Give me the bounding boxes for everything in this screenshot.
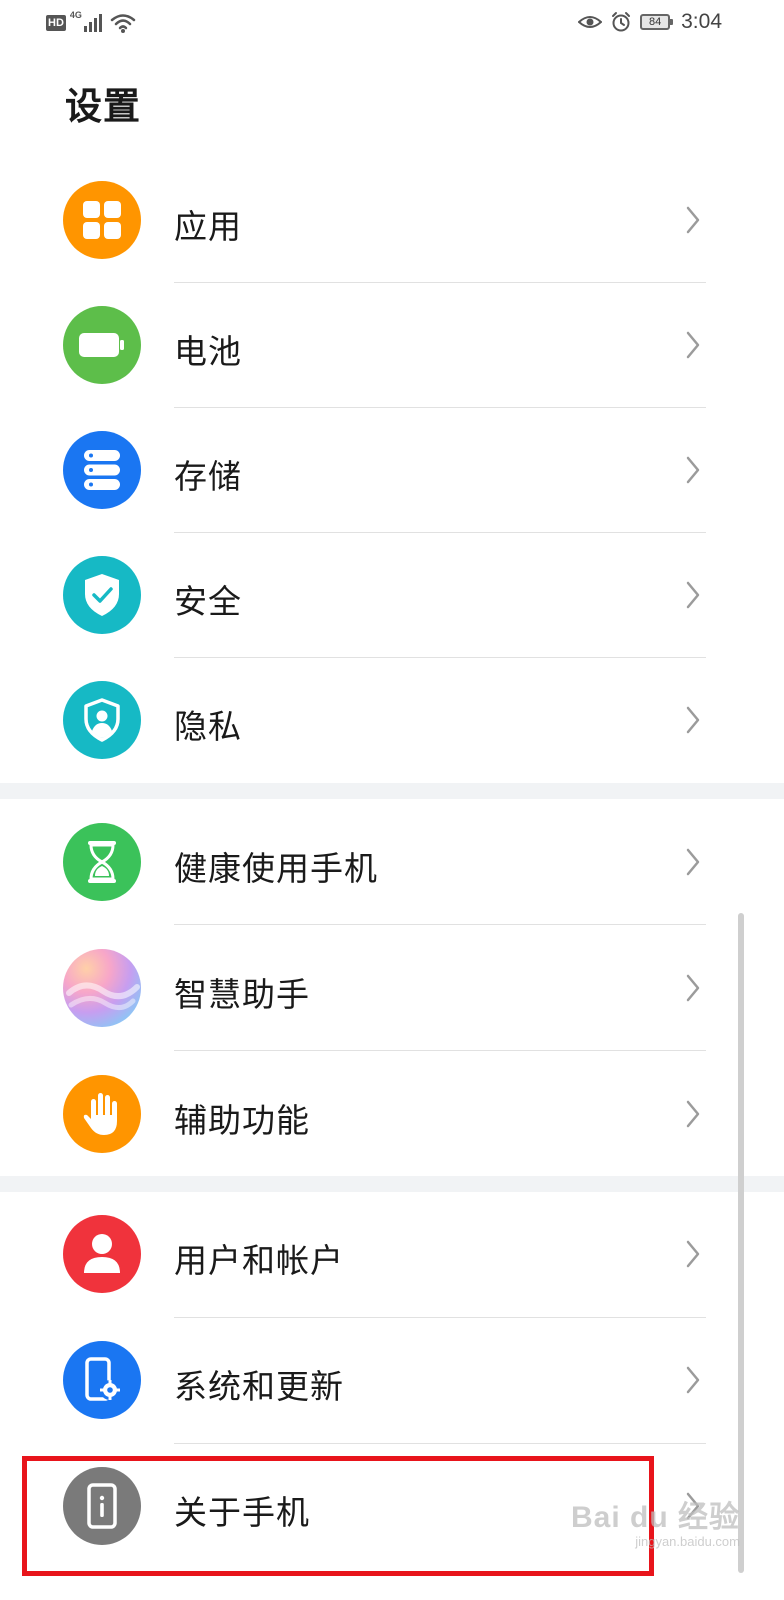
chevron-right-icon <box>686 1100 700 1128</box>
status-bar-left: HD 4G <box>46 10 136 34</box>
storage-icon <box>63 431 141 509</box>
battery-icon <box>63 306 141 384</box>
settings-item-battery[interactable]: 电池 <box>0 283 784 408</box>
page-title: 设置 <box>65 85 141 128</box>
group-separator <box>0 1176 784 1192</box>
phone-settings-icon <box>63 1341 141 1419</box>
settings-item-label: 隐私 <box>174 707 242 746</box>
settings-item-label: 健康使用手机 <box>174 849 378 888</box>
chevron-right-icon <box>686 456 700 484</box>
chevron-right-icon <box>686 1240 700 1268</box>
privacy-icon <box>63 681 141 759</box>
settings-item-accessibility[interactable]: 辅助功能 <box>0 1051 784 1176</box>
settings-item-label: 智慧助手 <box>174 975 310 1014</box>
hand-icon <box>63 1075 141 1153</box>
settings-item-label: 安全 <box>174 582 242 621</box>
chevron-right-icon <box>686 706 700 734</box>
settings-item-label: 应用 <box>174 207 242 246</box>
settings-screen: HD 4G 84 3:04 设置 应用 电池 存储 安全 隐私 健康使用手机 智… <box>0 0 784 1600</box>
alarm-icon <box>612 12 631 32</box>
settings-item-apps[interactable]: 应用 <box>0 158 784 283</box>
watermark-url: jingyan.baidu.com <box>635 1534 740 1549</box>
settings-item-security[interactable]: 安全 <box>0 533 784 658</box>
settings-item-privacy[interactable]: 隐私 <box>0 658 784 783</box>
chevron-right-icon <box>686 206 700 234</box>
signal-icon: 4G <box>69 10 106 34</box>
hd-badge: HD <box>46 15 66 31</box>
hourglass-icon <box>63 823 141 901</box>
group-separator <box>0 783 784 799</box>
battery-status-icon: 84 <box>640 14 674 30</box>
settings-item-digital-balance[interactable]: 健康使用手机 <box>0 799 784 925</box>
chevron-right-icon <box>686 1366 700 1394</box>
settings-item-label: 系统和更新 <box>174 1367 344 1406</box>
scrollbar[interactable] <box>738 913 744 1573</box>
network-type-label: 4G <box>69 10 82 20</box>
apps-icon <box>63 181 141 259</box>
watermark-logo: Bai du 经验 <box>570 1501 740 1534</box>
watermark: Bai du 经验 jingyan.baidu.com <box>571 1492 740 1549</box>
chevron-right-icon <box>686 974 700 1002</box>
settings-item-system-updates[interactable]: 系统和更新 <box>0 1318 784 1444</box>
user-icon <box>63 1215 141 1293</box>
status-bar: HD 4G 84 3:04 <box>0 0 784 48</box>
settings-item-storage[interactable]: 存储 <box>0 408 784 533</box>
settings-item-label: 辅助功能 <box>174 1101 310 1140</box>
status-bar-right: 84 3:04 <box>578 10 722 34</box>
assistant-icon <box>63 949 141 1027</box>
wifi-icon <box>110 14 136 33</box>
settings-item-label: 用户和帐户 <box>174 1241 344 1280</box>
chevron-right-icon <box>686 331 700 359</box>
chevron-right-icon <box>686 848 700 876</box>
settings-item-label: 电池 <box>174 332 242 371</box>
chevron-right-icon <box>686 581 700 609</box>
settings-item-label: 存储 <box>174 457 242 496</box>
settings-item-smart-assistant[interactable]: 智慧助手 <box>0 925 784 1051</box>
shield-check-icon <box>63 556 141 634</box>
battery-level: 84 <box>649 16 662 28</box>
clock: 3:04 <box>681 10 722 33</box>
eye-icon <box>578 16 603 28</box>
settings-item-users-accounts[interactable]: 用户和帐户 <box>0 1192 784 1318</box>
highlight-box <box>22 1456 654 1576</box>
